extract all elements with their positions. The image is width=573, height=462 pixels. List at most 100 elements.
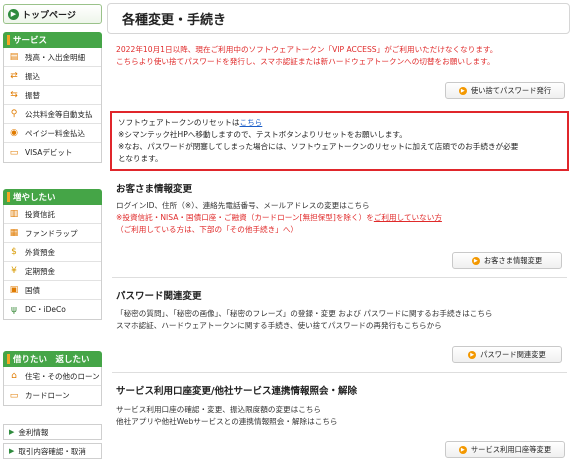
page-title: 各種変更・手続き (107, 3, 570, 34)
sidebar-item-label: 住宅・その他のローン (25, 371, 100, 381)
sidebar-link-interest[interactable]: ▶ 金利情報 (3, 424, 102, 440)
faucet-icon: ⚲ (10, 109, 18, 119)
sidebar-item-foreign-deposit[interactable]: $ 外貨預金 (4, 243, 101, 262)
sidebar-item-switch[interactable]: ⇆ 振替 (4, 86, 101, 105)
token-reset-note: となります。 (118, 154, 163, 163)
switch-icon: ⇆ (10, 90, 18, 100)
customer-note: ※投資信託・NISA・国債口座・ご融資（カードローン[無担保型]を除く）をご利用… (116, 212, 566, 224)
sidebar-borrow-list: ⌂ 住宅・その他のローン ▭ カードローン (3, 367, 102, 406)
sidebar-item-label: 国債 (25, 285, 40, 295)
token-reset-note: ※なお、パスワードが閉塞してしまった場合には、ソフトウェアトークンのリセットに加… (118, 142, 519, 151)
sidebar-item-label: ペイジー料金払込 (25, 128, 85, 138)
sidebar-item-funds[interactable]: ▥ 投資信託 (4, 205, 101, 224)
sidebar-item-label: VISAデビット (25, 148, 73, 157)
plant-icon: ψ (11, 304, 17, 315)
sidebar-grow-list: ▥ 投資信託 ▦ ファンドラップ $ 外貨預金 ¥ 定期預金 ▣ 国債 ψ DC… (3, 205, 102, 320)
arrow-right-icon: ▶ (458, 86, 467, 95)
sidebar-item-payeasy[interactable]: ◉ ペイジー料金払込 (4, 124, 101, 143)
customer-section-title: お客さま情報変更 (116, 184, 193, 195)
section-text: 「秘密の質問」、「秘密の画像」、「秘密のフレーズ」の登録・変更 および パスワー… (116, 309, 493, 318)
sidebar-services-list: ▤ 残高・入出金明細 ⇄ 振込 ⇆ 振替 ⚲ 公共料金等自動支払 ◉ ペイジー料… (3, 48, 102, 163)
section-text: ログインID、住所（※）、連絡先電話番号、メールアドレスの変更はこちら (116, 201, 370, 210)
sidebar-item-visa[interactable]: ▭ VISAデビット (4, 143, 101, 162)
top-page-label: トップページ (22, 10, 76, 21)
sidebar-link-history[interactable]: ▶ 取引内容確認・取消 (3, 443, 102, 459)
button-label: お客さま情報変更 (483, 255, 543, 265)
sidebar-item-cardloan[interactable]: ▭ カードローン (4, 386, 101, 405)
sidebar-heading-label: サービス (13, 36, 48, 46)
dollar-icon: $ (11, 247, 17, 257)
customer-note: （ご利用している方は、下部の「その他手続き」へ） (116, 225, 299, 234)
token-reset-link[interactable]: こちら (240, 118, 263, 127)
arrow-right-icon: ▶ (471, 256, 480, 265)
password-change-button[interactable]: ▶ パスワード関連変更 (452, 346, 562, 363)
arrow-right-icon: ▶ (458, 445, 467, 454)
sidebar-heading-services: サービス (3, 32, 102, 48)
button-label: 使い捨てパスワード発行 (470, 85, 552, 95)
password-section-title: パスワード関連変更 (116, 291, 202, 302)
section-text: サービス利用口座の確認・変更、振込限度額の変更はこちら (116, 405, 322, 414)
sidebar-item-ideco[interactable]: ψ DC・iDeCo (4, 300, 101, 319)
sidebar-item-label: 残高・入出金明細 (25, 52, 85, 62)
sidebar-item-label: DC・iDeCo (25, 305, 66, 314)
sidebar-item-label: 外貨預金 (25, 247, 55, 257)
sidebar-item-bonds[interactable]: ▣ 国債 (4, 281, 101, 300)
house-icon: ⌂ (11, 371, 17, 381)
customer-section-body: ログインID、住所（※）、連絡先電話番号、メールアドレスの変更はこちら ※投資信… (116, 200, 566, 236)
sidebar-item-label: 定期預金 (25, 266, 55, 276)
sidebar-item-transfer[interactable]: ⇄ 振込 (4, 67, 101, 86)
fundwrap-icon: ▦ (9, 228, 19, 238)
heading-accent (7, 192, 10, 202)
sidebar-item-label: カードローン (25, 391, 70, 400)
sidebar-item-label: ファンドラップ (25, 228, 78, 238)
token-notice: 2022年10月1日以降、現在ご利用中のソフトウェアトークン「VIP ACCES… (116, 44, 566, 68)
token-reset-note: ※シマンテック社HPへ移動しますので、テストボタンよりリセットをお願いします。 (118, 130, 407, 139)
top-page-button[interactable]: ▶ トップページ (3, 4, 102, 24)
sidebar-item-balance[interactable]: ▤ 残高・入出金明細 (4, 48, 101, 67)
sidebar-item-time-deposit[interactable]: ¥ 定期預金 (4, 262, 101, 281)
sidebar-item-loan[interactable]: ⌂ 住宅・その他のローン (4, 367, 101, 386)
sidebar-item-fundwrap[interactable]: ▦ ファンドラップ (4, 224, 101, 243)
customer-note-emphasis: ご利用していない方 (373, 213, 442, 222)
notice-line: 2022年10月1日以降、現在ご利用中のソフトウェアトークン「VIP ACCES… (116, 45, 498, 54)
arrow-right-icon: ▶ (468, 350, 477, 359)
payeasy-icon: ◉ (10, 128, 18, 138)
account-section-title: サービス利用口座変更/他社サービス連携情報照会・解除 (116, 386, 357, 397)
triangle-right-icon: ▶ (9, 428, 15, 436)
sidebar-heading-label: 借りたい 返したい (13, 355, 90, 365)
transfer-icon: ⇄ (10, 71, 18, 81)
sidebar-heading-grow: 増やしたい (3, 189, 102, 205)
section-text: 他社アプリや他社Webサービスとの連携情報照会・解除はこちら (116, 417, 338, 426)
card-icon: ▭ (9, 390, 19, 401)
bar-chart-icon: ▥ (9, 209, 19, 219)
main-content: 各種変更・手続き 2022年10月1日以降、現在ご利用中のソフトウェアトークン「… (107, 0, 570, 462)
token-reset-line: ソフトウェアトークンのリセットはこちら (118, 117, 561, 129)
otp-issue-button[interactable]: ▶ 使い捨てパスワード発行 (445, 82, 565, 99)
customer-info-button[interactable]: ▶ お客さま情報変更 (452, 252, 562, 269)
heading-accent (7, 35, 10, 45)
account-section-body: サービス利用口座の確認・変更、振込限度額の変更はこちら 他社アプリや他社Webサ… (116, 404, 566, 428)
sidebar-heading-label: 増やしたい (13, 193, 56, 203)
password-section-body: 「秘密の質問」、「秘密の画像」、「秘密のフレーズ」の登録・変更 および パスワー… (116, 308, 566, 332)
sidebar-item-label: 公共料金等自動支払 (25, 109, 93, 119)
bond-icon: ▣ (9, 285, 19, 295)
yen-icon: ¥ (11, 266, 17, 276)
token-reset-text: ソフトウェアトークンのリセットは (118, 118, 240, 127)
service-account-button[interactable]: ▶ サービス利用口座等変更 (445, 441, 565, 458)
arrow-right-icon: ▶ (8, 8, 19, 20)
section-divider (112, 372, 567, 373)
button-label: サービス利用口座等変更 (470, 444, 552, 454)
triangle-right-icon: ▶ (9, 447, 15, 455)
sidebar: ▶ トップページ サービス ▤ 残高・入出金明細 ⇄ 振込 ⇆ 振替 ⚲ 公共料… (0, 0, 104, 462)
sidebar-item-utility[interactable]: ⚲ 公共料金等自動支払 (4, 105, 101, 124)
sidebar-item-label: 振替 (25, 90, 40, 100)
passbook-icon: ▤ (9, 52, 19, 62)
sidebar-item-label: 投資信託 (25, 209, 55, 219)
token-reset-box: ソフトウェアトークンのリセットはこちら ※シマンテック社HPへ移動しますので、テ… (110, 111, 569, 171)
card-icon: ▭ (9, 147, 19, 158)
button-label: パスワード関連変更 (480, 349, 546, 359)
section-divider (112, 277, 567, 278)
sidebar-heading-borrow: 借りたい 返したい (3, 351, 102, 367)
heading-accent (7, 354, 10, 364)
sidebar-item-label: 振込 (25, 71, 40, 81)
